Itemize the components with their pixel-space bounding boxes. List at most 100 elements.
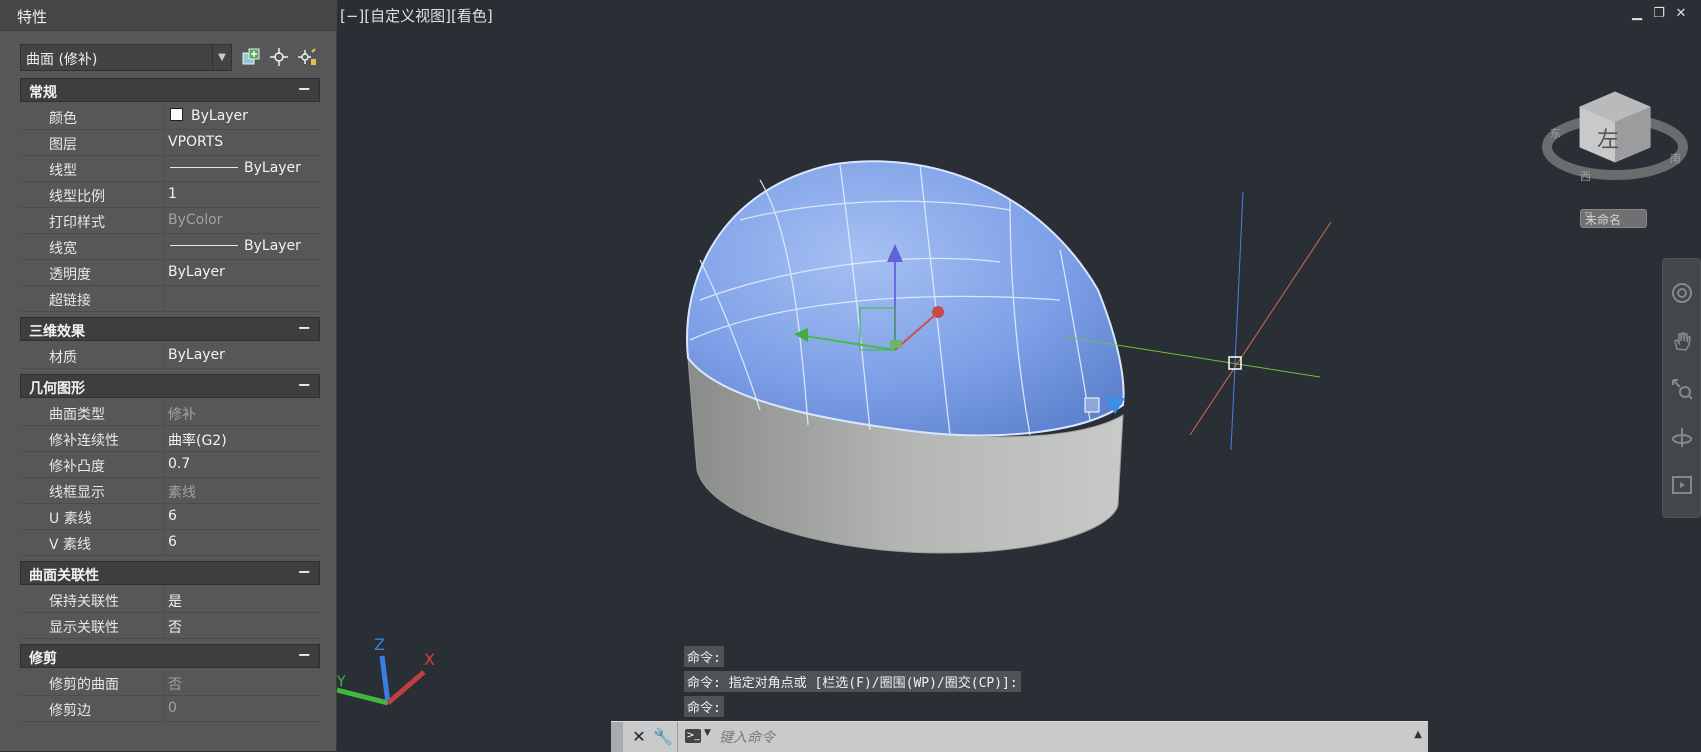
linetype-sample <box>170 167 238 168</box>
prop-row-layer[interactable]: 图层 VPORTS <box>20 130 320 156</box>
model-viewport[interactable] <box>337 0 1701 751</box>
prop-value: ByLayer <box>244 160 301 176</box>
prop-value: ByLayer <box>168 264 225 280</box>
prop-row-wireframe-display[interactable]: 线框显示 素线 <box>20 478 320 504</box>
prop-row-transparency[interactable]: 透明度 ByLayer <box>20 260 320 286</box>
section-title: 修剪 <box>29 651 57 667</box>
lineweight-sample <box>170 245 238 246</box>
select-objects-button[interactable] <box>268 46 290 68</box>
collapse-icon[interactable]: − <box>298 645 311 664</box>
prop-key: 曲面类型 <box>49 407 105 423</box>
prop-key: 显示关联性 <box>49 620 119 636</box>
section-title: 曲面关联性 <box>29 568 99 584</box>
svg-text:东: 东 <box>1550 127 1561 140</box>
prop-value: ByLayer <box>168 347 225 363</box>
prop-row-lineweight[interactable]: 线宽 ByLayer <box>20 234 320 260</box>
prop-row-linetype-scale[interactable]: 线型比例 1 <box>20 182 320 208</box>
named-view-dropdown[interactable]: 未命名 ▽ <box>1580 209 1647 228</box>
prop-value: 6 <box>168 508 177 524</box>
prop-value: 0 <box>168 700 177 716</box>
prop-key: 超链接 <box>49 293 91 309</box>
pan-hand-icon[interactable] <box>1670 329 1694 353</box>
selection-row: 曲面 (修补) ▼ <box>20 44 323 72</box>
prop-key: 修剪边 <box>49 703 91 719</box>
patch-surface <box>686 160 1125 437</box>
viewcube[interactable]: 左 东 南 西 <box>1540 72 1690 232</box>
prop-row-hyperlink[interactable]: 超链接 <box>20 286 320 312</box>
prop-key: 线宽 <box>49 241 77 257</box>
prop-row-trim-edges[interactable]: 修剪边 0 <box>20 696 320 722</box>
panel-title-bar[interactable]: 特性 <box>0 0 337 31</box>
showmotion-icon[interactable] <box>1670 473 1694 497</box>
prop-key: 线型比例 <box>49 189 105 205</box>
prop-row-linetype[interactable]: 线型 ByLayer <box>20 156 320 182</box>
prop-row-maintain-associativity[interactable]: 保持关联性 是 <box>20 587 320 613</box>
prop-key: 图层 <box>49 137 77 153</box>
prop-value: 6 <box>168 534 177 550</box>
prop-key: 修剪的曲面 <box>49 677 119 693</box>
chevron-down-icon: ▽ <box>1585 211 1592 221</box>
prop-row-patch-continuity[interactable]: 修补连续性 曲率(G2) <box>20 426 320 452</box>
collapse-icon[interactable]: − <box>298 562 311 581</box>
customize-wrench-icon[interactable]: 🔧 <box>653 727 673 747</box>
prop-row-patch-bulge[interactable]: 修补凸度 0.7 <box>20 452 320 478</box>
command-history-line: 命令: <box>684 646 724 667</box>
prop-row-trimmed-surface[interactable]: 修剪的曲面 否 <box>20 670 320 696</box>
close-command-line-icon[interactable]: ✕ <box>629 727 649 747</box>
prop-key: 修补凸度 <box>49 459 105 475</box>
command-prompt-icon[interactable]: >_ <box>685 729 701 743</box>
section-associativity[interactable]: 曲面关联性 − <box>20 561 320 585</box>
prop-value: 否 <box>168 620 182 636</box>
section-title: 常规 <box>29 85 57 101</box>
select-objects-icon <box>270 48 288 66</box>
chevron-down-icon[interactable]: ▼ <box>212 45 231 70</box>
chevron-down-icon[interactable]: ▼ <box>704 728 711 738</box>
prop-row-material[interactable]: 材质 ByLayer <box>20 343 320 369</box>
section-3d-effects[interactable]: 三维效果 − <box>20 317 320 341</box>
command-history-line: 命令: 指定对角点或 [栏选(F)/圈围(WP)/圈交(CP)]: <box>684 671 1021 692</box>
toggle-pickadd-button[interactable] <box>240 46 262 68</box>
collapse-icon[interactable]: − <box>298 318 311 337</box>
prop-value: 0.7 <box>168 456 191 472</box>
prop-value: 素线 <box>168 485 196 501</box>
divider <box>677 722 678 752</box>
ucs-x-label: X <box>424 650 435 669</box>
prop-value: VPORTS <box>168 134 224 150</box>
prop-key: V 素线 <box>49 537 92 553</box>
prop-row-v-isolines[interactable]: V 素线 6 <box>20 530 320 556</box>
prop-row-show-associativity[interactable]: 显示关联性 否 <box>20 613 320 639</box>
prop-row-plot-style[interactable]: 打印样式 ByColor <box>20 208 320 234</box>
viewcube-face-label: 左 <box>1597 128 1619 153</box>
drag-handle[interactable] <box>611 722 623 752</box>
collapse-icon[interactable]: − <box>298 79 311 98</box>
command-line: ✕ 🔧 >_ ▼ ▲ <box>611 721 1428 752</box>
prop-value: ByColor <box>168 212 223 228</box>
prop-row-color[interactable]: 颜色 ByLayer <box>20 104 320 130</box>
prop-row-surface-type[interactable]: 曲面类型 修补 <box>20 400 320 426</box>
prop-key: 线型 <box>49 163 77 179</box>
orbit-icon[interactable] <box>1670 425 1694 449</box>
section-general[interactable]: 常规 − <box>20 78 320 102</box>
prop-row-u-isolines[interactable]: U 素线 6 <box>20 504 320 530</box>
prop-value: ByLayer <box>244 238 301 254</box>
prop-key: 线框显示 <box>49 485 105 501</box>
panel-title: 特性 <box>17 8 48 26</box>
chevron-up-icon[interactable]: ▲ <box>1414 729 1422 740</box>
section-title: 三维效果 <box>29 324 85 340</box>
ucs-y-label: Y <box>337 674 346 690</box>
command-input[interactable] <box>717 725 1411 751</box>
command-history-line: 命令: <box>684 696 724 717</box>
zoom-extents-icon[interactable] <box>1670 377 1694 401</box>
section-title: 几何图形 <box>29 381 85 397</box>
quick-select-button[interactable] <box>296 46 318 68</box>
collapse-icon[interactable]: − <box>298 375 311 394</box>
section-geometry[interactable]: 几何图形 − <box>20 374 320 398</box>
steering-wheel-icon[interactable] <box>1670 281 1694 305</box>
color-swatch <box>170 108 183 121</box>
section-trim[interactable]: 修剪 − <box>20 644 320 668</box>
prop-key: 透明度 <box>49 267 91 283</box>
object-type-dropdown[interactable]: 曲面 (修补) ▼ <box>20 44 232 71</box>
prop-value: 修补 <box>168 407 196 423</box>
prop-key: U 素线 <box>49 511 92 527</box>
svg-text:西: 西 <box>1580 170 1591 183</box>
